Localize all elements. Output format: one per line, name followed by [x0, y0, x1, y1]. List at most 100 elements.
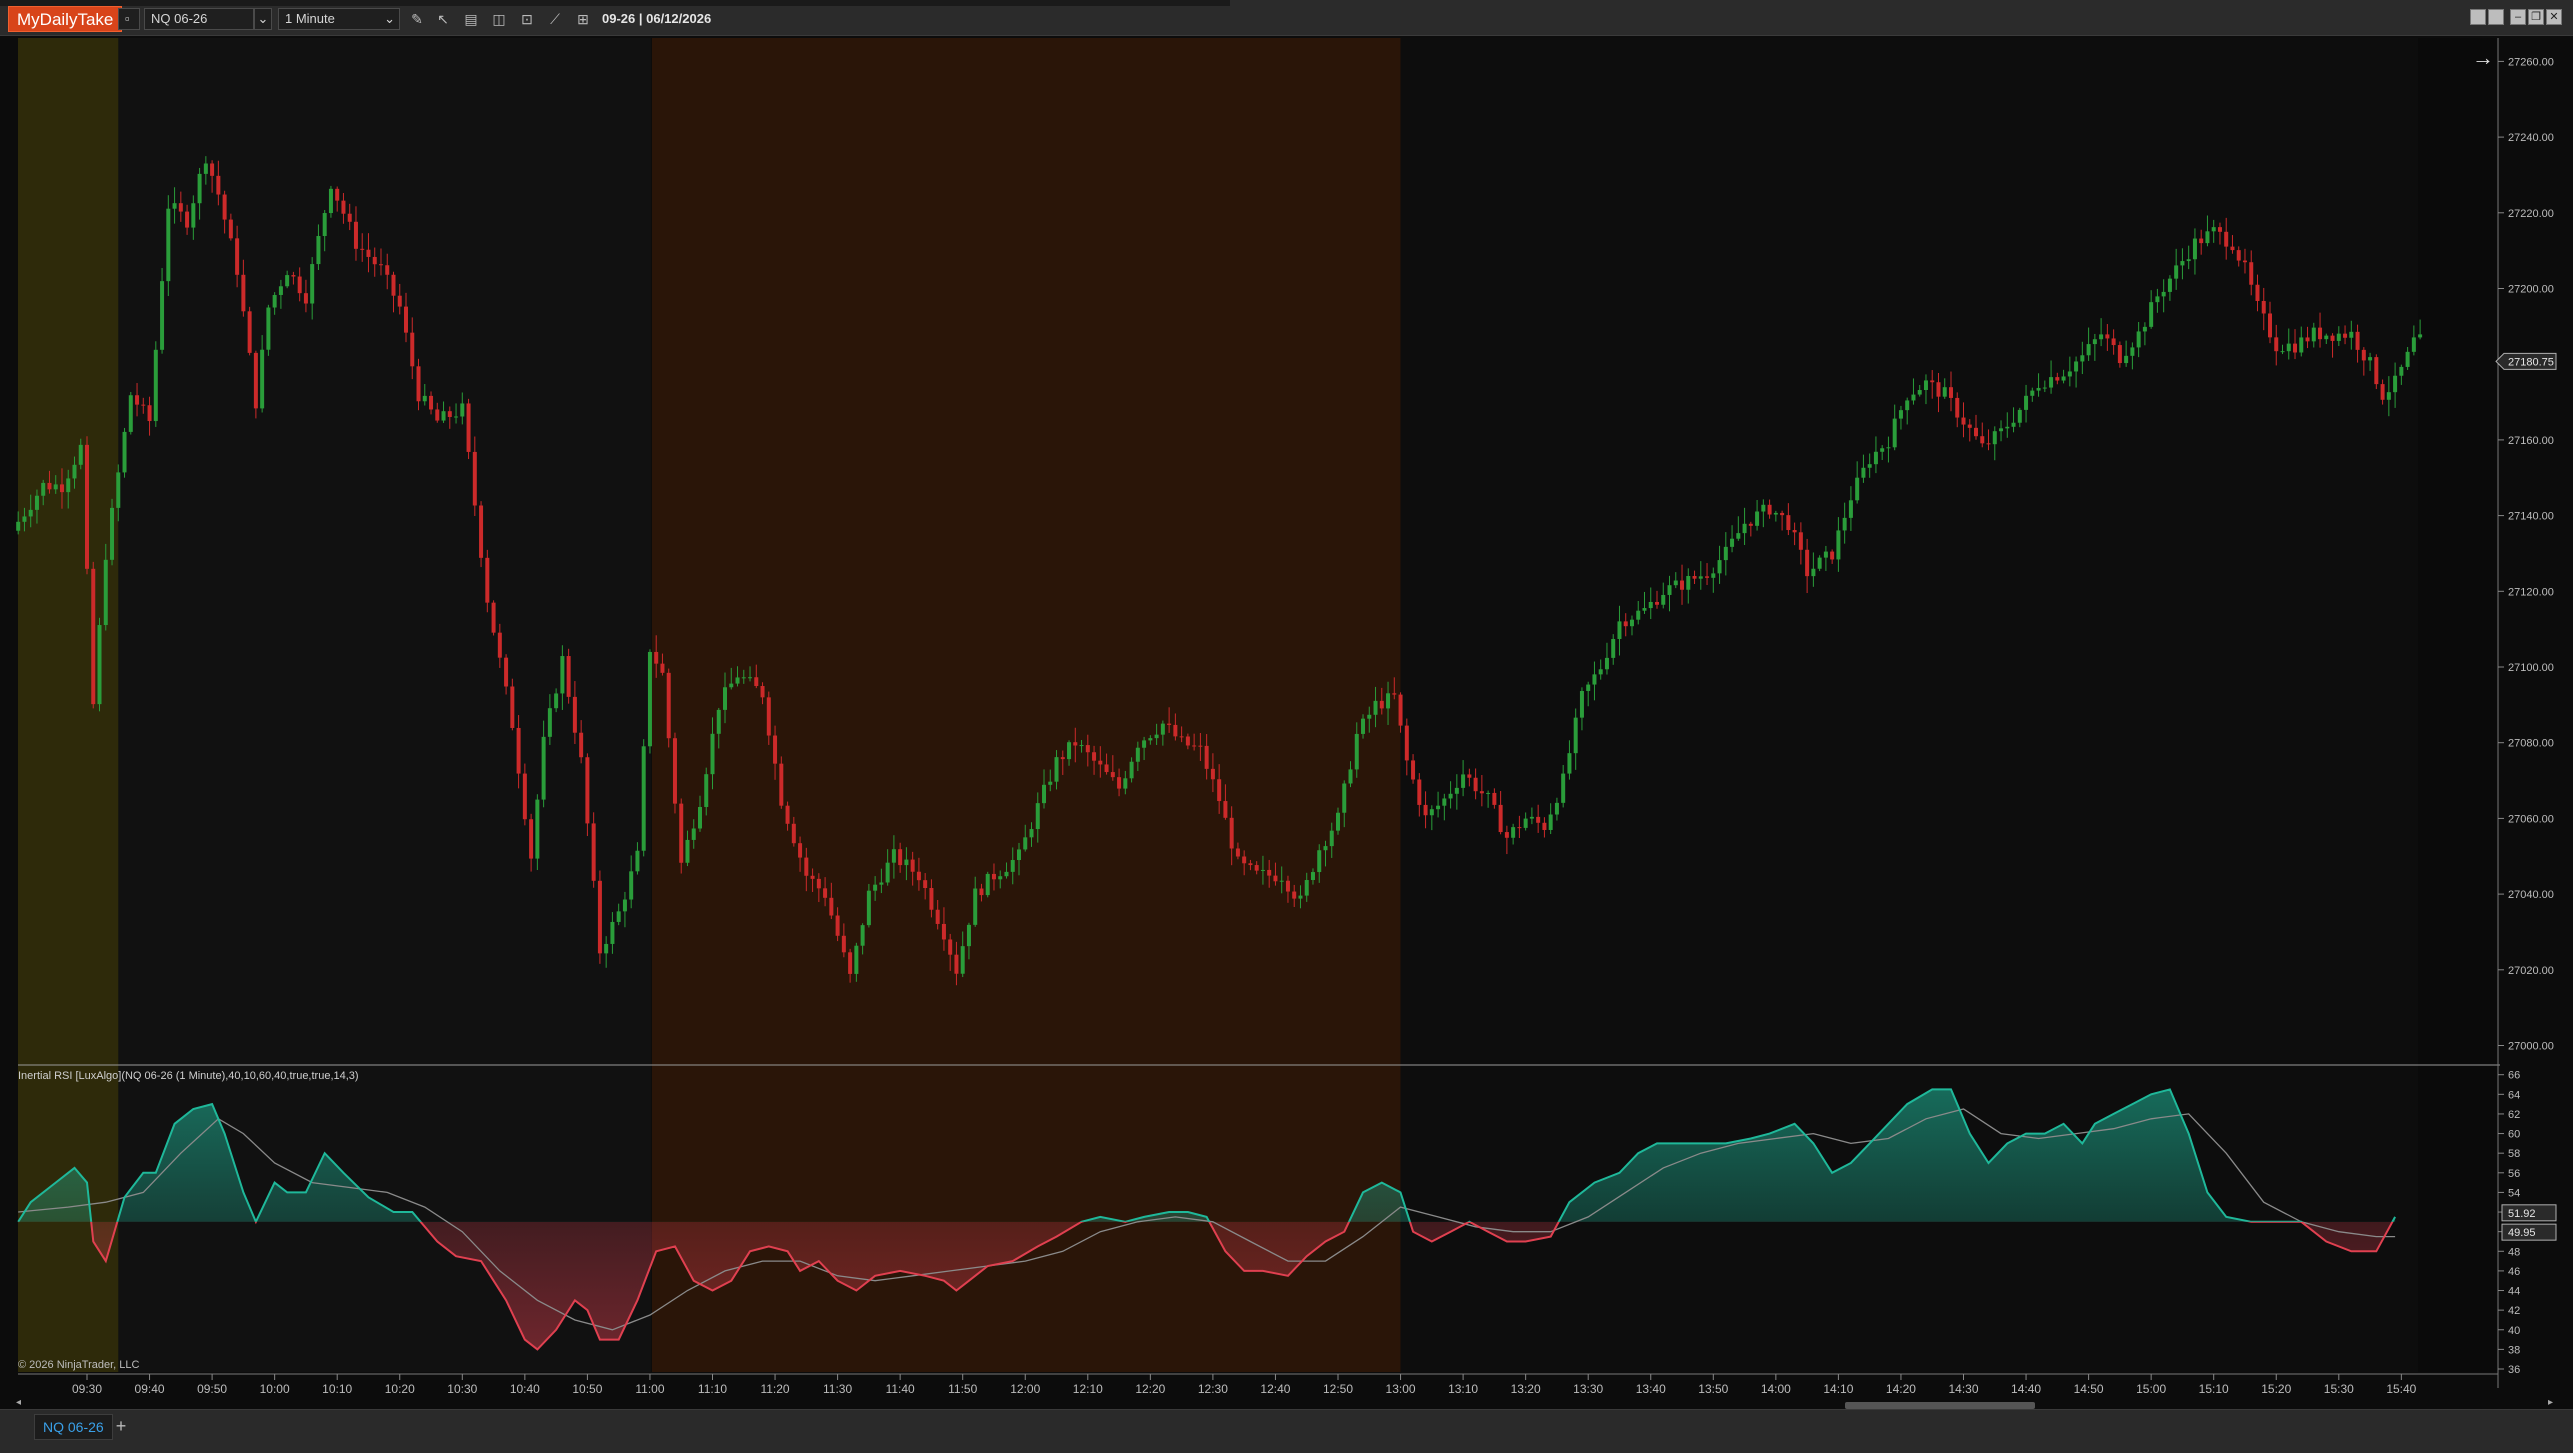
candle-body [1210, 768, 1215, 780]
candle-body [2049, 377, 2054, 388]
candle-body [1486, 792, 1491, 794]
candle-body [1479, 791, 1484, 794]
candle-body [798, 843, 803, 858]
rsi-tick-label: 36 [2508, 1364, 2520, 1376]
candle-body [328, 188, 333, 214]
candle-body [2242, 260, 2247, 263]
tab-nq-06-26[interactable]: NQ 06-26 [34, 1414, 113, 1440]
candle-body [1016, 849, 1021, 861]
candle-body [1298, 895, 1303, 899]
candle-body [2255, 284, 2260, 301]
candle-body [116, 472, 121, 508]
scroll-left-icon[interactable]: ◂ [16, 1397, 21, 1408]
candle-body [2174, 265, 2179, 279]
candle-body [1392, 693, 1397, 695]
candle-body [1861, 467, 1866, 478]
candle-body [2005, 426, 2010, 429]
rsi-tick-label: 64 [2508, 1089, 2520, 1101]
candle-body [860, 925, 865, 946]
candle-body [1029, 829, 1034, 838]
price-tick-label: 27060.00 [2508, 813, 2554, 825]
candle-body [766, 697, 771, 736]
candle-body [954, 954, 959, 974]
candle-body [854, 945, 859, 974]
copyright-text: © 2026 NinjaTrader, LLC [18, 1359, 139, 1371]
candle-body [1636, 610, 1641, 620]
candle-body [1198, 745, 1203, 747]
candle-body [979, 888, 984, 896]
candle-body [210, 163, 215, 176]
candle-body [1348, 769, 1353, 784]
add-tab-button[interactable]: + [110, 1415, 132, 1439]
candle-body [1504, 832, 1509, 838]
candle-body [59, 484, 64, 493]
time-tick-label: 09:30 [72, 1382, 102, 1396]
scroll-right-icon[interactable]: ▸ [2548, 1397, 2553, 1408]
time-tick-label: 13:10 [1448, 1382, 1478, 1396]
candle-body [1417, 779, 1422, 805]
candle-body [2280, 351, 2285, 353]
candle-body [1855, 477, 1860, 501]
candle-body [172, 203, 177, 209]
chart-canvas[interactable]: 27260.0027240.0027220.0027200.0027180.00… [0, 0, 2573, 1409]
candle-body [335, 188, 340, 201]
candle-body [1292, 891, 1297, 899]
candle-body [929, 888, 934, 910]
candle-body [704, 774, 709, 807]
candle-body [1179, 736, 1184, 738]
candle-body [34, 495, 39, 510]
candle-body [285, 275, 290, 287]
candle-body [53, 484, 58, 490]
candle-body [178, 203, 183, 212]
candle-body [310, 264, 315, 304]
rsi-tick-label: 40 [2508, 1325, 2520, 1337]
candle-body [2336, 333, 2341, 341]
candle-body [1379, 700, 1384, 709]
candle-body [616, 911, 621, 922]
candle-body [322, 213, 327, 237]
candle-body [2330, 335, 2335, 341]
candle-body [85, 444, 89, 569]
candle-body [1661, 594, 1666, 605]
candle-body [253, 352, 258, 409]
candle-body [604, 943, 609, 954]
candle-body [1755, 511, 1760, 526]
candle-body [1386, 693, 1391, 709]
candle-body [1561, 773, 1566, 803]
candle-body [679, 803, 684, 863]
price-tick-label: 27100.00 [2508, 662, 2554, 674]
candle-body [779, 763, 784, 806]
candle-body [647, 651, 652, 747]
candle-body [2393, 375, 2398, 393]
candle-body [1229, 817, 1234, 849]
time-tick-label: 11:20 [760, 1382, 789, 1396]
candle-body [522, 773, 527, 820]
navigate-right-icon[interactable]: → [2472, 45, 2494, 70]
candle-body [1667, 585, 1672, 595]
candle-body [2136, 331, 2141, 348]
candle-body [1135, 747, 1140, 762]
candle-body [635, 850, 640, 872]
time-tick-label: 14:10 [1823, 1382, 1853, 1396]
candle-body [547, 708, 552, 737]
candle-body [1192, 745, 1197, 747]
candle-body [1867, 464, 1872, 468]
candle-body [247, 311, 252, 353]
candle-body [960, 946, 965, 974]
candle-body [1067, 742, 1072, 760]
candle-body [153, 349, 158, 422]
candle-body [1786, 515, 1791, 531]
candle-body [873, 884, 878, 891]
candle-body [1461, 774, 1466, 788]
candle-body [622, 899, 627, 912]
candle-body [2199, 238, 2204, 244]
candle-body [416, 366, 421, 402]
candle-body [1317, 850, 1322, 873]
time-tick-label: 14:50 [2074, 1382, 2104, 1396]
candle-body [410, 332, 415, 367]
candle-body [1267, 869, 1272, 876]
candle-body [1886, 447, 1891, 449]
candle-body [1129, 761, 1134, 779]
candle-body [1411, 760, 1416, 780]
time-tick-label: 10:20 [385, 1382, 415, 1396]
